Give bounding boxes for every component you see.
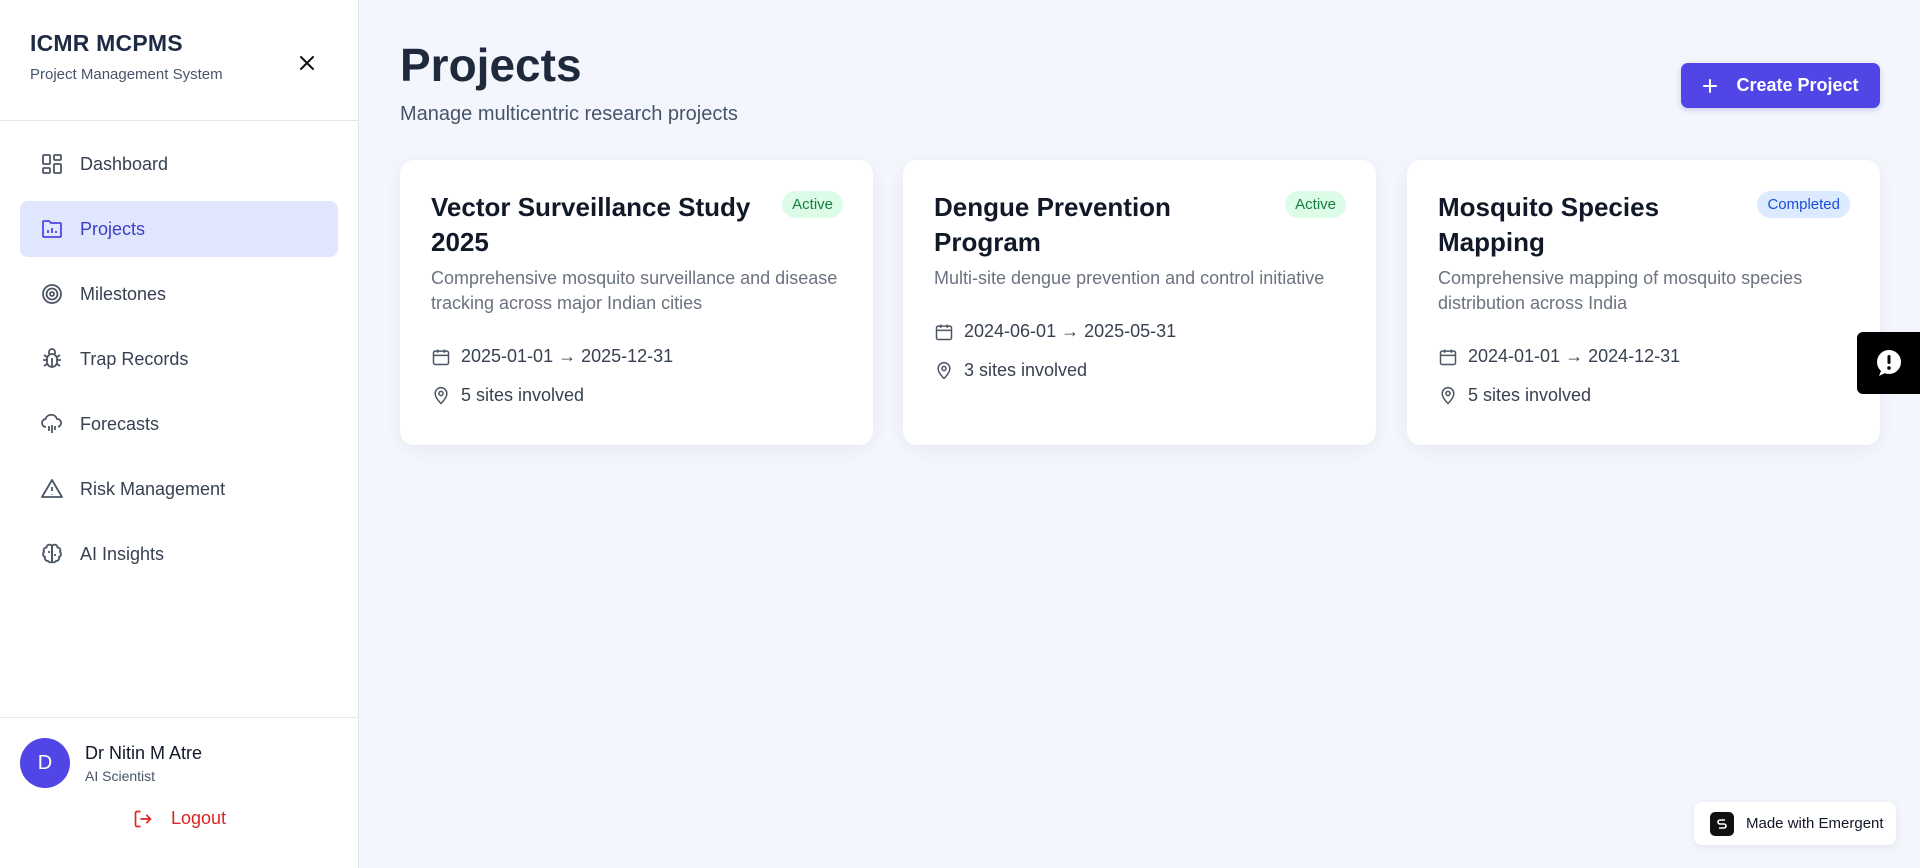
project-title: Dengue Prevention Program xyxy=(934,192,1171,257)
sidebar-item-label: Projects xyxy=(80,218,146,239)
project-dates: 2024-06-01 → 2025-05-31 xyxy=(934,321,1346,342)
project-sites-count: 5 sites involved xyxy=(1468,385,1592,405)
chat-bubble-icon xyxy=(1876,350,1901,376)
sidebar-item-projects[interactable]: Projects xyxy=(20,201,338,257)
sidebar-item-dashboard[interactable]: Dashboard xyxy=(20,136,338,192)
project-card[interactable]: Mosquito Species Mapping Completed Compr… xyxy=(1407,160,1880,445)
emergent-label: Made with Emergent xyxy=(1746,815,1884,832)
sidebar-item-ai-insights[interactable]: AI Insights xyxy=(20,526,338,582)
target-icon xyxy=(40,282,64,306)
project-date-range: 2025-01-01 → 2025-12-31 xyxy=(461,346,674,366)
sidebar-item-label: Dashboard xyxy=(80,153,169,174)
project-date-range: 2024-06-01 → 2025-05-31 xyxy=(964,321,1177,341)
project-sites: 5 sites involved xyxy=(431,385,843,406)
sidebar-item-label: Trap Records xyxy=(80,348,189,369)
create-project-label: Create Project xyxy=(1736,75,1859,95)
user-name: Dr Nitin M Atre xyxy=(85,742,203,763)
project-description: Comprehensive mosquito surveillance and … xyxy=(431,268,838,313)
close-icon xyxy=(300,56,314,70)
brand: ICMR MCPMS Project Management System xyxy=(0,0,358,121)
sidebar-item-label: Forecasts xyxy=(80,413,160,434)
made-with-emergent-badge[interactable]: Made with Emergent xyxy=(1694,802,1896,845)
avatar: D xyxy=(20,738,70,788)
project-dates: 2025-01-01 → 2025-12-31 xyxy=(431,346,843,367)
dashboard-icon xyxy=(40,152,64,176)
project-card[interactable]: Dengue Prevention Program Active Multi-s… xyxy=(903,160,1376,445)
map-pin-icon xyxy=(431,386,451,406)
page-subtitle: Manage multicentric research projects xyxy=(400,103,738,125)
sidebar-item-risk-management[interactable]: Risk Management xyxy=(20,461,338,517)
brain-icon xyxy=(40,542,64,566)
sidebar-item-forecasts[interactable]: Forecasts xyxy=(20,396,338,452)
logout-label: Logout xyxy=(170,808,227,828)
sidebar-item-label: Risk Management xyxy=(80,478,226,499)
bug-icon xyxy=(40,347,64,371)
plus-icon xyxy=(1702,78,1718,94)
user-profile: D Dr Nitin M Atre AI Scientist xyxy=(0,718,359,788)
project-sites-count: 5 sites involved xyxy=(461,385,585,405)
calendar-icon xyxy=(1438,347,1458,367)
project-title: Vector Surveillance Study 2025 xyxy=(431,192,751,257)
status-badge: Active xyxy=(782,191,843,218)
project-title: Mosquito Species Mapping xyxy=(1438,192,1660,257)
project-dates: 2024-01-01 → 2024-12-31 xyxy=(1438,346,1850,367)
cloud-rain-icon xyxy=(40,412,64,436)
emergent-logo-icon xyxy=(1710,811,1734,836)
feedback-tab[interactable] xyxy=(1857,332,1920,394)
sidebar: ICMR MCPMS Project Management System Das… xyxy=(0,0,359,868)
user-role: AI Scientist xyxy=(85,767,156,784)
page-title: Projects xyxy=(400,39,582,91)
project-sites-count: 3 sites involved xyxy=(964,360,1088,380)
sidebar-item-milestones[interactable]: Milestones xyxy=(20,266,338,322)
project-sites: 5 sites involved xyxy=(1438,385,1850,406)
logout-button[interactable]: Logout xyxy=(0,808,359,829)
project-description: Multi-site dengue prevention and control… xyxy=(934,268,1325,288)
sidebar-item-label: AI Insights xyxy=(80,543,165,564)
sidebar-footer: D Dr Nitin M Atre AI Scientist Logout xyxy=(0,717,359,868)
project-description: Comprehensive mapping of mosquito specie… xyxy=(1438,268,1803,313)
sidebar-nav: Dashboard Projects Milestones Trap Recor… xyxy=(0,121,358,582)
status-badge: Completed xyxy=(1757,191,1850,218)
close-sidebar-button[interactable] xyxy=(292,48,322,78)
folder-chart-icon xyxy=(40,217,64,241)
logout-icon xyxy=(134,810,152,827)
alert-triangle-icon xyxy=(40,477,64,501)
calendar-icon xyxy=(431,347,451,367)
sidebar-item-label: Milestones xyxy=(80,283,167,304)
project-sites: 3 sites involved xyxy=(934,360,1346,381)
calendar-icon xyxy=(934,322,954,342)
status-badge: Active xyxy=(1285,191,1346,218)
sidebar-item-trap-records[interactable]: Trap Records xyxy=(20,331,338,387)
project-date-range: 2024-01-01 → 2024-12-31 xyxy=(1468,346,1681,366)
map-pin-icon xyxy=(1438,386,1458,406)
create-project-button[interactable]: Create Project xyxy=(1681,63,1880,108)
project-card[interactable]: Vector Surveillance Study 2025 Active Co… xyxy=(400,160,873,445)
map-pin-icon xyxy=(934,361,954,381)
main-content: Projects Manage multicentric research pr… xyxy=(360,0,1920,868)
